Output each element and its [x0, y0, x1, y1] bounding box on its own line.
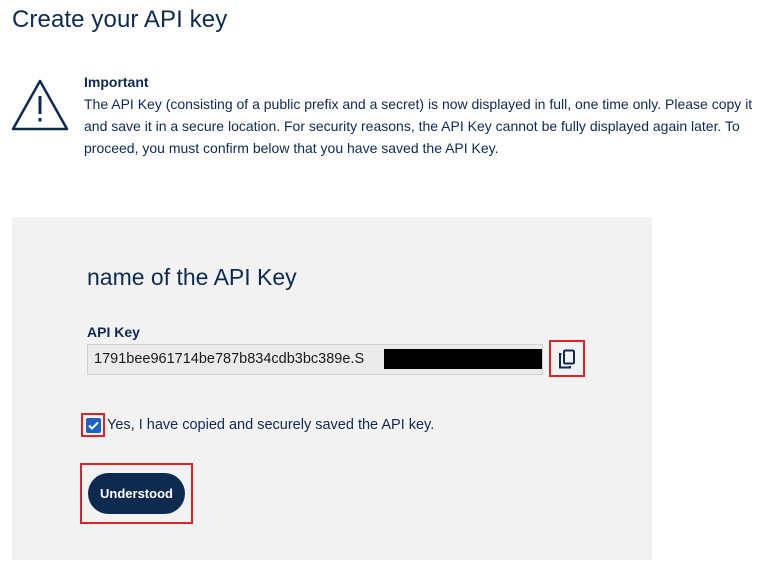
page-title: Create your API key	[12, 6, 228, 33]
warning-triangle-icon	[11, 79, 69, 131]
confirm-checkbox[interactable]	[85, 417, 101, 433]
confirm-checkbox-wrapper[interactable]	[81, 413, 105, 437]
api-key-name: name of the API Key	[87, 264, 297, 290]
api-key-value: 1791bee961714be787b834cdb3bc389e.S	[94, 351, 365, 367]
api-key-field[interactable]: 1791bee961714be787b834cdb3bc389e.S	[87, 344, 543, 375]
api-key-label: API Key	[87, 324, 140, 340]
important-notice: Important The API Key (consisting of a p…	[84, 71, 764, 159]
copy-button[interactable]	[549, 340, 585, 377]
api-key-card: name of the API Key API Key 1791bee96171…	[12, 217, 652, 560]
confirm-label[interactable]: Yes, I have copied and securely saved th…	[107, 417, 434, 433]
notice-body: The API Key (consisting of a public pref…	[84, 96, 753, 156]
page: Create your API key Important The API Ke…	[0, 0, 775, 579]
redaction-block	[384, 349, 542, 369]
understood-button[interactable]: Understood	[88, 473, 185, 514]
checkmark-icon	[87, 421, 99, 430]
understood-button-highlight: Understood	[80, 463, 193, 524]
copy-icon	[559, 349, 575, 368]
notice-heading: Important	[84, 74, 149, 90]
